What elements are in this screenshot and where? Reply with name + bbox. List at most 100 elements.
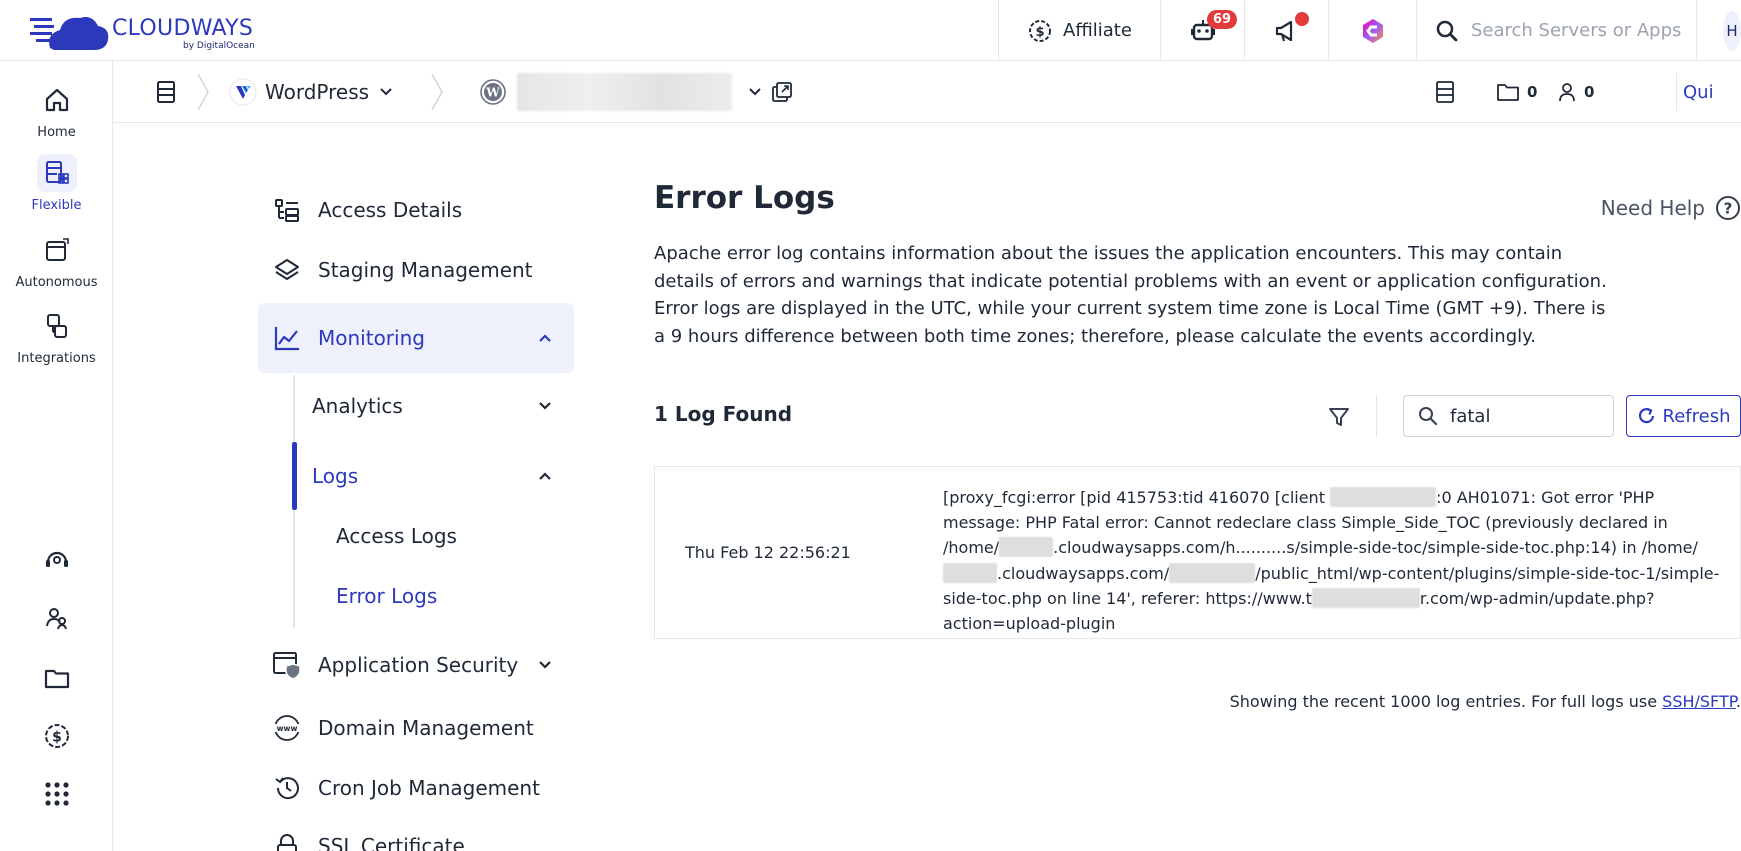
svg-text:$: $: [52, 730, 62, 746]
filter-button[interactable]: [1322, 400, 1356, 434]
need-help-link[interactable]: Need Help ?: [1601, 195, 1741, 221]
user-icon: [1559, 83, 1575, 102]
svg-text:www: www: [277, 724, 298, 733]
page-description: Apache error log contains information ab…: [654, 240, 1614, 350]
nav-label: Cron Job Management: [318, 776, 540, 800]
apps-grid-icon: [44, 782, 69, 806]
log-timestamp: Thu Feb 12 22:56:21: [685, 543, 851, 562]
brand-subtitle: by DigitalOcean: [183, 41, 255, 51]
rail-item-flexible[interactable]: Flexible: [0, 154, 113, 213]
nav-logs[interactable]: Logs: [296, 446, 574, 506]
log-count: 1 Log Found: [654, 402, 793, 426]
billing-button[interactable]: $: [0, 721, 113, 751]
server-list-button[interactable]: [155, 61, 177, 123]
files-button[interactable]: [0, 664, 113, 692]
access-details-icon: [272, 195, 302, 225]
flexible-icon: [36, 154, 77, 192]
chevron-up-icon: [539, 472, 551, 480]
app-type-dropdown[interactable]: WordPress: [229, 61, 393, 123]
log-search[interactable]: [1403, 395, 1614, 437]
nav-analytics[interactable]: Analytics: [296, 376, 574, 436]
rail-label-home: Home: [37, 125, 76, 140]
nav-label: Access Details: [318, 198, 463, 222]
svg-text:$: $: [1036, 25, 1045, 40]
billing-icon: $: [44, 724, 69, 748]
table-row: Thu Feb 12 22:56:21 [proxy_fcgi:error [p…: [655, 467, 1740, 638]
bot-button[interactable]: 69: [1160, 0, 1244, 61]
nav-monitoring[interactable]: Monitoring: [258, 303, 574, 373]
nav-access-logs[interactable]: Access Logs: [336, 524, 457, 548]
nav-ssl-certificate[interactable]: SSL Certificate: [258, 816, 574, 851]
vultr-icon: [229, 78, 257, 106]
server-icon: [157, 81, 175, 103]
projects-count[interactable]: 0: [1497, 61, 1537, 123]
server-list-button[interactable]: [1435, 61, 1455, 123]
copilot-button[interactable]: [1328, 0, 1416, 61]
nav-domain-management[interactable]: www Domain Management: [258, 698, 574, 758]
nav-error-logs[interactable]: Error Logs: [336, 584, 437, 608]
chevron-down-icon: [539, 661, 551, 669]
lock-icon: [272, 831, 302, 851]
team-button[interactable]: [0, 604, 113, 632]
log-footer-note: Showing the recent 1000 log entries. For…: [1229, 692, 1741, 711]
chevron-down-icon: [539, 402, 551, 410]
svg-text:W: W: [485, 86, 500, 100]
divider: [1376, 395, 1377, 437]
folder-icon: [44, 669, 69, 689]
www-globe-icon: www: [272, 713, 302, 743]
nav-access-details[interactable]: Access Details: [258, 180, 574, 240]
nav-label: Logs: [312, 464, 359, 488]
app-type-label: WordPress: [265, 80, 370, 104]
global-search-input[interactable]: [1471, 20, 1691, 41]
unread-dot: [1295, 12, 1309, 26]
nav-cron-job-management[interactable]: Cron Job Management: [258, 758, 574, 818]
search-icon: [1436, 20, 1458, 41]
page-title: Error Logs: [654, 180, 835, 216]
nav-application-security[interactable]: Application Security: [258, 635, 574, 695]
redacted-user: [999, 537, 1054, 558]
nav-label: Domain Management: [318, 716, 534, 740]
search-icon: [1419, 407, 1438, 426]
team-icon: [45, 608, 67, 630]
user-menu[interactable]: H: [1696, 0, 1741, 61]
rail-item-autonomous[interactable]: Autonomous: [0, 231, 113, 290]
nav-label: Application Security: [318, 653, 519, 677]
ssh-sftp-link[interactable]: SSH/SFTP: [1662, 692, 1736, 711]
rail-item-integrations[interactable]: Integrations: [0, 307, 113, 366]
rail-item-home[interactable]: Home: [0, 81, 113, 140]
support-button[interactable]: [0, 544, 113, 572]
app-selector-dropdown[interactable]: W: [479, 61, 762, 123]
rail-label-integrations: Integrations: [17, 351, 96, 366]
support-icon: [45, 551, 68, 567]
breadcrumb: WordPress W 0 0 Qui: [113, 61, 1741, 123]
copilot-icon: [1362, 18, 1383, 43]
nav-label: Staging Management: [318, 258, 533, 282]
quick-links-button[interactable]: Qui: [1683, 61, 1714, 123]
redacted-client-ip: [1330, 487, 1437, 507]
server-icon: [1436, 81, 1454, 103]
refresh-icon: [1638, 407, 1654, 424]
members-count[interactable]: 0: [1558, 61, 1594, 123]
help-icon: ?: [1716, 196, 1740, 220]
log-message: [proxy_fcgi:error [pid 415753:tid 416070…: [943, 487, 1720, 634]
external-link-icon: [772, 82, 792, 102]
filter-icon: [1329, 408, 1349, 426]
nav-staging-management[interactable]: Staging Management: [258, 240, 574, 300]
announcements-button[interactable]: [1244, 0, 1328, 61]
apps-button[interactable]: [0, 781, 113, 807]
breadcrumb-separator: [431, 73, 443, 111]
refresh-button[interactable]: Refresh: [1626, 395, 1741, 437]
divider: [1676, 73, 1677, 111]
avatar[interactable]: H: [1723, 10, 1741, 51]
app-name-redacted: [517, 73, 732, 111]
chevron-down-icon: [749, 88, 761, 96]
affiliate-label: Affiliate: [1063, 20, 1132, 41]
open-app-button[interactable]: [771, 61, 793, 123]
log-search-input[interactable]: [1450, 405, 1590, 427]
nav-label: Monitoring: [318, 326, 425, 350]
affiliate-button[interactable]: $ Affiliate: [998, 0, 1160, 61]
global-search[interactable]: [1416, 0, 1696, 61]
cloud-logo-icon: [30, 17, 109, 50]
svg-text:?: ?: [1724, 200, 1733, 218]
cloudways-logo[interactable]: [30, 8, 110, 54]
